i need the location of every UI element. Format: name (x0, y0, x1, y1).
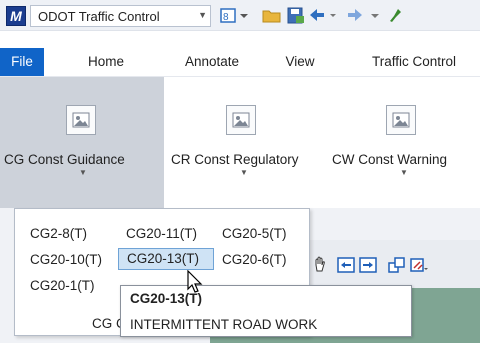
gallery-cr-const-regulatory[interactable]: CR Const Regulatory ▼ (164, 77, 324, 209)
list-item-hovered[interactable]: CG20-13(T) (118, 248, 214, 270)
tab-file[interactable]: File (0, 48, 44, 76)
gallery-item-label: CG Const Guidance (4, 152, 125, 167)
tab-annotate[interactable]: Annotate (172, 48, 252, 76)
ribbon-panel: CG Const Guidance ▼ CR Const Regulatory … (0, 76, 480, 209)
save-icon[interactable] (286, 7, 306, 24)
image-icon (66, 105, 96, 135)
svg-text:8: 8 (223, 12, 229, 23)
chevron-down-icon: ▼ (79, 168, 87, 177)
chevron-down-icon: ▼ (240, 168, 248, 177)
image-icon (226, 105, 256, 135)
gallery-cw-const-warning[interactable]: CW Const Warning ▼ (324, 77, 480, 209)
undo-icon[interactable] (308, 7, 342, 24)
tab-home[interactable]: Home (78, 48, 134, 76)
copy-view-icon[interactable] (388, 256, 406, 274)
open-folder-icon[interactable] (262, 7, 282, 24)
ribbon-tabs: File Home Annotate View Traffic Control (0, 48, 480, 76)
list-item[interactable]: CG20-5(T) (219, 223, 290, 245)
app-logo[interactable]: M (6, 6, 26, 26)
list-item[interactable]: CG20-1(T) (27, 275, 98, 297)
list-item[interactable]: CG20-6(T) (219, 249, 290, 271)
gallery-cg-const-guidance[interactable]: CG Const Guidance ▼ (0, 77, 164, 209)
list-item[interactable]: CG2-8(T) (27, 223, 90, 245)
chevron-down-icon: ▼ (198, 10, 207, 20)
title-gap (0, 31, 480, 48)
view-attributes-icon[interactable] (410, 256, 430, 274)
workspace-select[interactable]: ODOT Traffic Control ▼ (30, 5, 211, 27)
view-icon[interactable]: 8 (220, 7, 254, 24)
list-item[interactable]: CG20-10(T) (27, 249, 105, 271)
previous-view-icon[interactable] (337, 256, 355, 274)
pin-icon[interactable] (384, 7, 404, 24)
list-item[interactable]: CG20-11(T) (123, 223, 200, 245)
image-icon (386, 105, 416, 135)
tab-traffic-control[interactable]: Traffic Control (358, 48, 470, 76)
gallery-item-label: CW Const Warning (332, 152, 448, 167)
tooltip: CG20-13(T) INTERMITTENT ROAD WORK (120, 285, 412, 337)
chevron-down-icon: ▼ (400, 168, 408, 177)
workspace-select-value: ODOT Traffic Control (38, 9, 160, 24)
chevron-down-icon[interactable] (368, 7, 382, 24)
quick-access-toolbar: M ODOT Traffic Control ▼ 8 (0, 0, 480, 31)
mouse-cursor-icon (187, 270, 203, 293)
tab-view[interactable]: View (280, 48, 320, 76)
redo-icon[interactable] (344, 7, 368, 24)
tooltip-description: INTERMITTENT ROAD WORK (130, 317, 318, 332)
gallery-item-label: CR Const Regulatory (171, 152, 299, 167)
next-view-icon[interactable] (359, 256, 377, 274)
pan-hand-icon[interactable] (312, 256, 328, 274)
